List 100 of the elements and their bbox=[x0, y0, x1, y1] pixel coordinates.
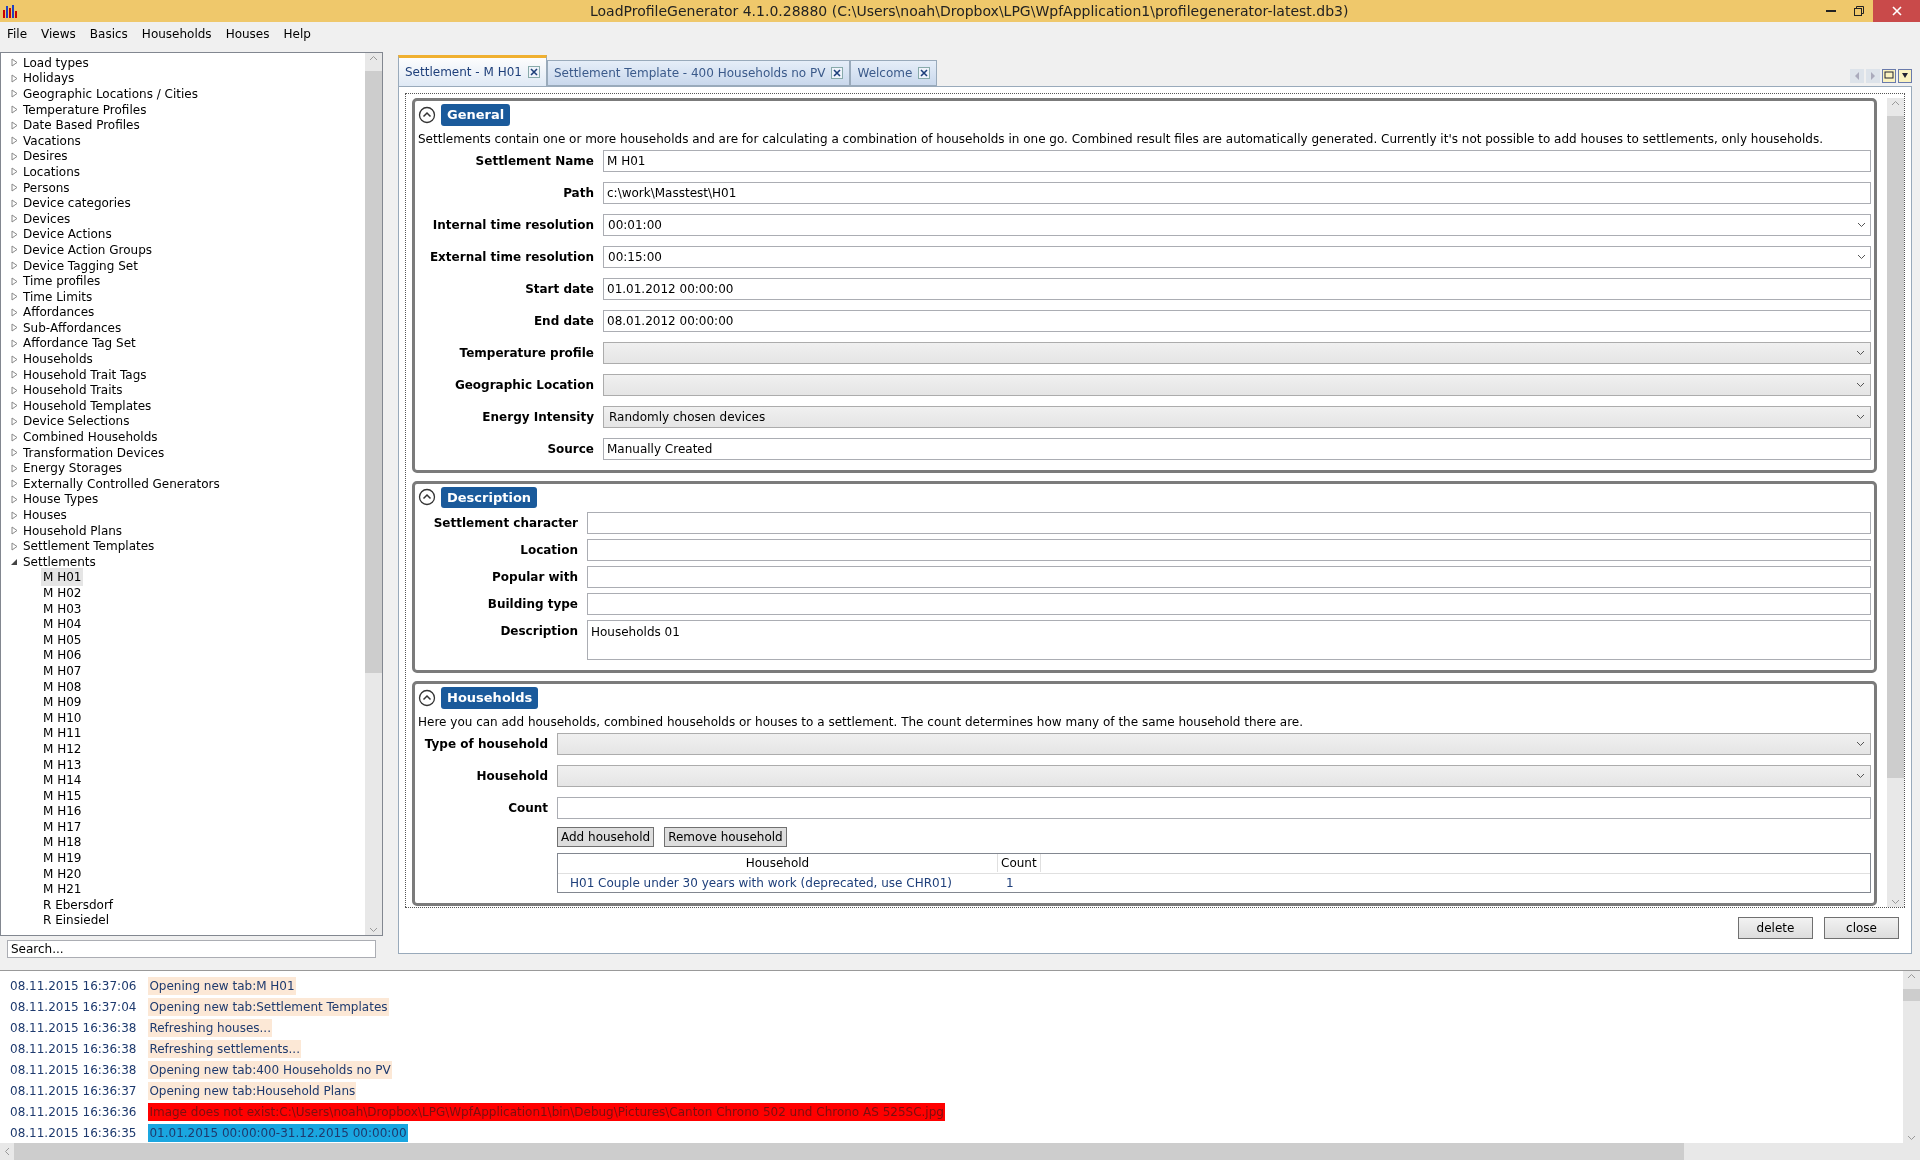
search-field[interactable]: Search... bbox=[7, 940, 376, 958]
collapsed-arrow-icon[interactable] bbox=[11, 354, 18, 364]
tree-item[interactable]: M H08 bbox=[41, 677, 84, 696]
close-tab-icon[interactable] bbox=[831, 67, 844, 79]
collapsed-arrow-icon[interactable] bbox=[11, 432, 18, 442]
scroll-down-icon[interactable] bbox=[1891, 899, 1900, 905]
collapse-icon[interactable] bbox=[418, 105, 436, 124]
dropdown[interactable]: Randomly chosen devices bbox=[603, 405, 1871, 428]
tree-item[interactable]: R Einsiedel bbox=[41, 911, 111, 930]
vertical-scrollbar[interactable] bbox=[1887, 98, 1904, 907]
column-header[interactable]: Count bbox=[998, 854, 1041, 872]
collapsed-arrow-icon[interactable] bbox=[11, 89, 18, 99]
close-tab-icon[interactable] bbox=[527, 66, 540, 78]
dropdown[interactable] bbox=[557, 732, 1871, 755]
collapsed-arrow-icon[interactable] bbox=[11, 385, 18, 395]
footer-button[interactable]: close bbox=[1824, 916, 1899, 939]
collapsed-arrow-icon[interactable] bbox=[11, 463, 18, 473]
collapsed-arrow-icon[interactable] bbox=[11, 339, 18, 348]
scroll-up-icon[interactable] bbox=[1891, 100, 1900, 106]
tree-item[interactable]: House Types bbox=[23, 490, 99, 509]
scroll-left-icon[interactable] bbox=[1850, 69, 1864, 83]
scroll-thumb[interactable] bbox=[365, 71, 382, 673]
tree-item[interactable]: M H02 bbox=[41, 584, 84, 602]
collapsed-arrow-icon[interactable] bbox=[11, 276, 18, 286]
text-field[interactable] bbox=[587, 512, 1871, 534]
text-field[interactable] bbox=[587, 593, 1871, 615]
scroll-up-icon[interactable] bbox=[1907, 973, 1916, 979]
menu-item[interactable]: Houses bbox=[218, 24, 277, 43]
collapsed-arrow-icon[interactable] bbox=[11, 136, 18, 146]
scroll-thumb[interactable] bbox=[1903, 989, 1920, 1001]
collapsed-arrow-icon[interactable] bbox=[11, 167, 18, 177]
collapse-icon[interactable] bbox=[418, 488, 436, 507]
collapsed-arrow-icon[interactable] bbox=[11, 73, 18, 83]
collapsed-arrow-icon[interactable] bbox=[11, 479, 18, 489]
text-field[interactable]: M H01 bbox=[603, 149, 1871, 172]
horizontal-scrollbar[interactable] bbox=[0, 1143, 1920, 1160]
scroll-up-icon[interactable] bbox=[369, 55, 378, 61]
document-tab[interactable]: Welcome bbox=[850, 60, 938, 86]
collapsed-arrow-icon[interactable] bbox=[11, 214, 18, 224]
collapsed-arrow-icon[interactable] bbox=[11, 323, 18, 333]
collapsed-arrow-icon[interactable] bbox=[11, 370, 18, 380]
collapsed-arrow-icon[interactable] bbox=[11, 416, 18, 426]
text-field[interactable]: 08.01.2012 00:00:00 bbox=[603, 309, 1871, 332]
expanded-arrow-icon[interactable] bbox=[11, 557, 18, 567]
dropdown[interactable] bbox=[603, 341, 1871, 364]
collapsed-arrow-icon[interactable] bbox=[11, 229, 18, 239]
tree-item[interactable]: M H03 bbox=[41, 599, 84, 618]
text-field[interactable]: 01.01.2012 00:00:00 bbox=[603, 277, 1871, 300]
collapsed-arrow-icon[interactable] bbox=[11, 541, 18, 551]
window-list-icon[interactable] bbox=[1882, 69, 1896, 83]
collapsed-arrow-icon[interactable] bbox=[11, 510, 18, 520]
tree-item[interactable]: Load types bbox=[23, 53, 89, 72]
collapsed-arrow-icon[interactable] bbox=[11, 292, 18, 302]
menu-item[interactable]: Help bbox=[276, 24, 318, 43]
tree-item[interactable]: M H13 bbox=[41, 755, 84, 774]
collapsed-arrow-icon[interactable] bbox=[11, 494, 18, 504]
collapsed-arrow-icon[interactable] bbox=[11, 198, 18, 208]
collapsed-arrow-icon[interactable] bbox=[11, 58, 18, 68]
menu-item[interactable]: File bbox=[0, 24, 35, 43]
combo-box[interactable]: 00:01:00 bbox=[603, 213, 1871, 236]
collapsed-arrow-icon[interactable] bbox=[11, 245, 18, 255]
footer-button[interactable]: delete bbox=[1738, 916, 1813, 939]
tree-item[interactable]: Device Tagging Set bbox=[23, 256, 138, 275]
scroll-down-icon[interactable] bbox=[369, 927, 378, 933]
collapsed-arrow-icon[interactable] bbox=[11, 105, 18, 115]
text-field[interactable]: Manually Created bbox=[603, 437, 1871, 460]
vertical-scrollbar[interactable] bbox=[365, 53, 382, 935]
tree-item[interactable]: Affordance Tag Set bbox=[23, 334, 136, 353]
dropdown-icon[interactable] bbox=[1898, 69, 1912, 83]
dropdown[interactable] bbox=[557, 764, 1871, 787]
tree-item[interactable]: Holidays bbox=[23, 69, 75, 88]
tree-item[interactable]: Device Selections bbox=[23, 412, 130, 431]
text-field[interactable] bbox=[587, 566, 1871, 588]
menu-item[interactable]: Households bbox=[134, 24, 219, 43]
tree-item[interactable]: Household Plans bbox=[23, 521, 123, 540]
collapse-icon[interactable] bbox=[418, 688, 436, 707]
scroll-thumb[interactable] bbox=[1887, 116, 1904, 778]
scroll-right-icon[interactable] bbox=[1866, 69, 1880, 83]
tree-item[interactable]: M H18 bbox=[41, 833, 84, 852]
collapsed-arrow-icon[interactable] bbox=[11, 448, 18, 458]
tree-item[interactable]: Persons bbox=[23, 178, 70, 197]
action-button[interactable]: Remove household bbox=[664, 826, 787, 847]
collapsed-arrow-icon[interactable] bbox=[11, 120, 18, 130]
menu-item[interactable]: Basics bbox=[82, 24, 135, 43]
text-field[interactable]: c:\work\Masstest\H01 bbox=[603, 181, 1871, 204]
collapsed-arrow-icon[interactable] bbox=[11, 526, 18, 536]
collapsed-arrow-icon[interactable] bbox=[11, 307, 18, 317]
tree-item[interactable]: M H01 bbox=[41, 568, 84, 587]
scroll-left-icon[interactable] bbox=[4, 1147, 10, 1156]
text-area[interactable]: Households 01 bbox=[587, 620, 1871, 660]
text-field[interactable] bbox=[557, 796, 1871, 819]
action-button[interactable]: Add household bbox=[557, 826, 655, 847]
close-tab-icon[interactable] bbox=[918, 67, 931, 79]
scroll-down-icon[interactable] bbox=[1907, 1135, 1916, 1141]
text-field[interactable] bbox=[587, 539, 1871, 561]
dropdown[interactable] bbox=[603, 373, 1871, 396]
collapsed-arrow-icon[interactable] bbox=[11, 183, 18, 193]
combo-box[interactable]: 00:15:00 bbox=[603, 245, 1871, 268]
document-tab[interactable]: Settlement - M H01 bbox=[398, 55, 547, 86]
menu-item[interactable]: Views bbox=[34, 24, 83, 43]
